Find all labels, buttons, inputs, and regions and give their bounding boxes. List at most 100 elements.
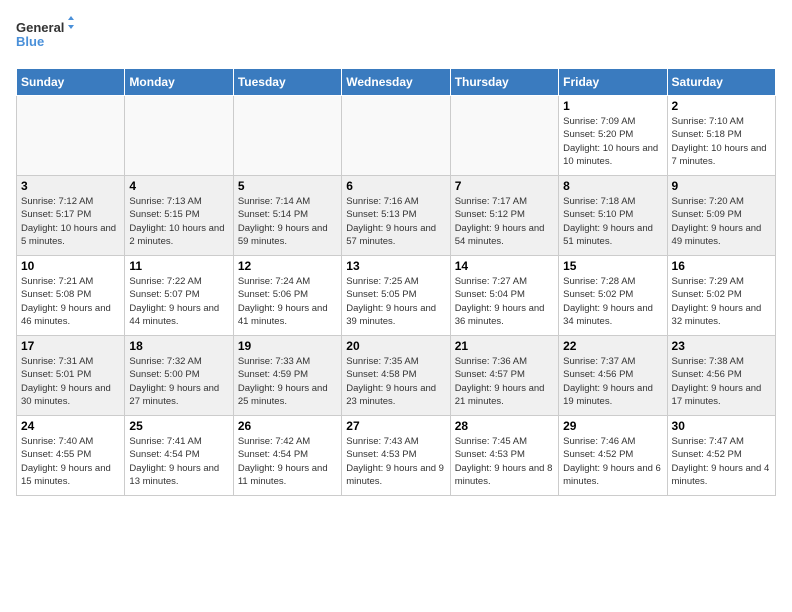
weekday-header-friday: Friday [559, 69, 667, 96]
day-number: 14 [455, 259, 554, 273]
day-info: Sunrise: 7:18 AM Sunset: 5:10 PM Dayligh… [563, 195, 662, 248]
svg-text:General: General [16, 20, 64, 35]
calendar-cell: 26 Sunrise: 7:42 AM Sunset: 4:54 PM Dayli… [233, 416, 341, 496]
weekday-header-thursday: Thursday [450, 69, 558, 96]
day-number: 1 [563, 99, 662, 113]
weekday-header-wednesday: Wednesday [342, 69, 450, 96]
day-info: Sunrise: 7:17 AM Sunset: 5:12 PM Dayligh… [455, 195, 554, 248]
calendar-cell: 25 Sunrise: 7:41 AM Sunset: 4:54 PM Dayli… [125, 416, 233, 496]
day-number: 24 [21, 419, 120, 433]
day-info: Sunrise: 7:47 AM Sunset: 4:52 PM Dayligh… [672, 435, 771, 488]
calendar-cell: 20Sunrise: 7:35 AM Sunset: 4:58 PM Dayli… [342, 336, 450, 416]
calendar-cell: 30 Sunrise: 7:47 AM Sunset: 4:52 PM Dayli… [667, 416, 775, 496]
calendar-cell: 15 Sunrise: 7:28 AM Sunset: 5:02 PM Dayli… [559, 256, 667, 336]
calendar-cell [17, 96, 125, 176]
calendar-cell: 11 Sunrise: 7:22 AM Sunset: 5:07 PM Dayli… [125, 256, 233, 336]
weekday-header-row: SundayMondayTuesdayWednesdayThursdayFrid… [17, 69, 776, 96]
calendar-cell: 6 Sunrise: 7:16 AM Sunset: 5:13 PM Daylig… [342, 176, 450, 256]
calendar-cell: 2 Sunrise: 7:10 AM Sunset: 5:18 PM Daylig… [667, 96, 775, 176]
calendar-cell: 29 Sunrise: 7:46 AM Sunset: 4:52 PM Dayli… [559, 416, 667, 496]
day-info: Sunrise: 7:20 AM Sunset: 5:09 PM Dayligh… [672, 195, 771, 248]
day-number: 2 [672, 99, 771, 113]
calendar-cell: 28 Sunrise: 7:45 AM Sunset: 4:53 PM Dayli… [450, 416, 558, 496]
calendar-cell: 24 Sunrise: 7:40 AM Sunset: 4:55 PM Dayli… [17, 416, 125, 496]
day-number: 16 [672, 259, 771, 273]
day-info: Sunrise: 7:25 AM Sunset: 5:05 PM Dayligh… [346, 275, 445, 328]
day-info: Sunrise: 7:43 AM Sunset: 4:53 PM Dayligh… [346, 435, 445, 488]
calendar-cell: 14Sunrise: 7:27 AM Sunset: 5:04 PM Dayli… [450, 256, 558, 336]
day-number: 10 [21, 259, 120, 273]
day-number: 19 [238, 339, 337, 353]
calendar-cell: 8 Sunrise: 7:18 AM Sunset: 5:10 PM Daylig… [559, 176, 667, 256]
calendar-cell: 23Sunrise: 7:38 AM Sunset: 4:56 PM Dayli… [667, 336, 775, 416]
week-row-4: 17 Sunrise: 7:31 AM Sunset: 5:01 PM Dayli… [17, 336, 776, 416]
day-info: Sunrise: 7:10 AM Sunset: 5:18 PM Dayligh… [672, 115, 771, 168]
day-number: 4 [129, 179, 228, 193]
day-number: 25 [129, 419, 228, 433]
day-number: 5 [238, 179, 337, 193]
day-info: Sunrise: 7:37 AM Sunset: 4:56 PM Dayligh… [563, 355, 662, 408]
day-info: Sunrise: 7:38 AM Sunset: 4:56 PM Dayligh… [672, 355, 771, 408]
day-number: 13 [346, 259, 445, 273]
day-number: 3 [21, 179, 120, 193]
day-info: Sunrise: 7:28 AM Sunset: 5:02 PM Dayligh… [563, 275, 662, 328]
calendar-cell: 1Sunrise: 7:09 AM Sunset: 5:20 PM Daylig… [559, 96, 667, 176]
day-number: 20 [346, 339, 445, 353]
calendar-cell: 16 Sunrise: 7:29 AM Sunset: 5:02 PM Dayli… [667, 256, 775, 336]
day-info: Sunrise: 7:13 AM Sunset: 5:15 PM Dayligh… [129, 195, 228, 248]
week-row-2: 3 Sunrise: 7:12 AM Sunset: 5:17 PM Daylig… [17, 176, 776, 256]
calendar-table: SundayMondayTuesdayWednesdayThursdayFrid… [16, 68, 776, 496]
day-info: Sunrise: 7:33 AM Sunset: 4:59 PM Dayligh… [238, 355, 337, 408]
day-number: 8 [563, 179, 662, 193]
day-number: 17 [21, 339, 120, 353]
week-row-3: 10 Sunrise: 7:21 AM Sunset: 5:08 PM Dayli… [17, 256, 776, 336]
day-number: 15 [563, 259, 662, 273]
day-number: 29 [563, 419, 662, 433]
day-info: Sunrise: 7:12 AM Sunset: 5:17 PM Dayligh… [21, 195, 120, 248]
calendar-cell: 3 Sunrise: 7:12 AM Sunset: 5:17 PM Daylig… [17, 176, 125, 256]
day-info: Sunrise: 7:46 AM Sunset: 4:52 PM Dayligh… [563, 435, 662, 488]
calendar-cell: 7 Sunrise: 7:17 AM Sunset: 5:12 PM Daylig… [450, 176, 558, 256]
day-number: 28 [455, 419, 554, 433]
day-info: Sunrise: 7:14 AM Sunset: 5:14 PM Dayligh… [238, 195, 337, 248]
day-info: Sunrise: 7:21 AM Sunset: 5:08 PM Dayligh… [21, 275, 120, 328]
day-number: 26 [238, 419, 337, 433]
weekday-header-monday: Monday [125, 69, 233, 96]
day-info: Sunrise: 7:31 AM Sunset: 5:01 PM Dayligh… [21, 355, 120, 408]
calendar-cell [450, 96, 558, 176]
day-number: 27 [346, 419, 445, 433]
day-number: 7 [455, 179, 554, 193]
day-info: Sunrise: 7:41 AM Sunset: 4:54 PM Dayligh… [129, 435, 228, 488]
day-info: Sunrise: 7:40 AM Sunset: 4:55 PM Dayligh… [21, 435, 120, 488]
weekday-header-saturday: Saturday [667, 69, 775, 96]
day-number: 12 [238, 259, 337, 273]
day-info: Sunrise: 7:24 AM Sunset: 5:06 PM Dayligh… [238, 275, 337, 328]
day-number: 6 [346, 179, 445, 193]
day-number: 11 [129, 259, 228, 273]
day-number: 9 [672, 179, 771, 193]
day-number: 18 [129, 339, 228, 353]
calendar-cell [342, 96, 450, 176]
header: General Blue [16, 16, 776, 56]
calendar-cell [125, 96, 233, 176]
svg-text:Blue: Blue [16, 34, 44, 49]
calendar-cell: 12 Sunrise: 7:24 AM Sunset: 5:06 PM Dayli… [233, 256, 341, 336]
day-number: 30 [672, 419, 771, 433]
weekday-header-tuesday: Tuesday [233, 69, 341, 96]
calendar-cell: 17 Sunrise: 7:31 AM Sunset: 5:01 PM Dayli… [17, 336, 125, 416]
calendar-cell: 21 Sunrise: 7:36 AM Sunset: 4:57 PM Dayli… [450, 336, 558, 416]
day-info: Sunrise: 7:36 AM Sunset: 4:57 PM Dayligh… [455, 355, 554, 408]
calendar-cell: 18 Sunrise: 7:32 AM Sunset: 5:00 PM Dayli… [125, 336, 233, 416]
logo-svg: General Blue [16, 16, 76, 56]
day-info: Sunrise: 7:22 AM Sunset: 5:07 PM Dayligh… [129, 275, 228, 328]
day-number: 22 [563, 339, 662, 353]
day-info: Sunrise: 7:32 AM Sunset: 5:00 PM Dayligh… [129, 355, 228, 408]
week-row-5: 24 Sunrise: 7:40 AM Sunset: 4:55 PM Dayli… [17, 416, 776, 496]
day-info: Sunrise: 7:16 AM Sunset: 5:13 PM Dayligh… [346, 195, 445, 248]
day-info: Sunrise: 7:29 AM Sunset: 5:02 PM Dayligh… [672, 275, 771, 328]
day-info: Sunrise: 7:45 AM Sunset: 4:53 PM Dayligh… [455, 435, 554, 488]
day-info: Sunrise: 7:42 AM Sunset: 4:54 PM Dayligh… [238, 435, 337, 488]
day-number: 21 [455, 339, 554, 353]
calendar-cell [233, 96, 341, 176]
calendar-cell: 13 Sunrise: 7:25 AM Sunset: 5:05 PM Dayli… [342, 256, 450, 336]
